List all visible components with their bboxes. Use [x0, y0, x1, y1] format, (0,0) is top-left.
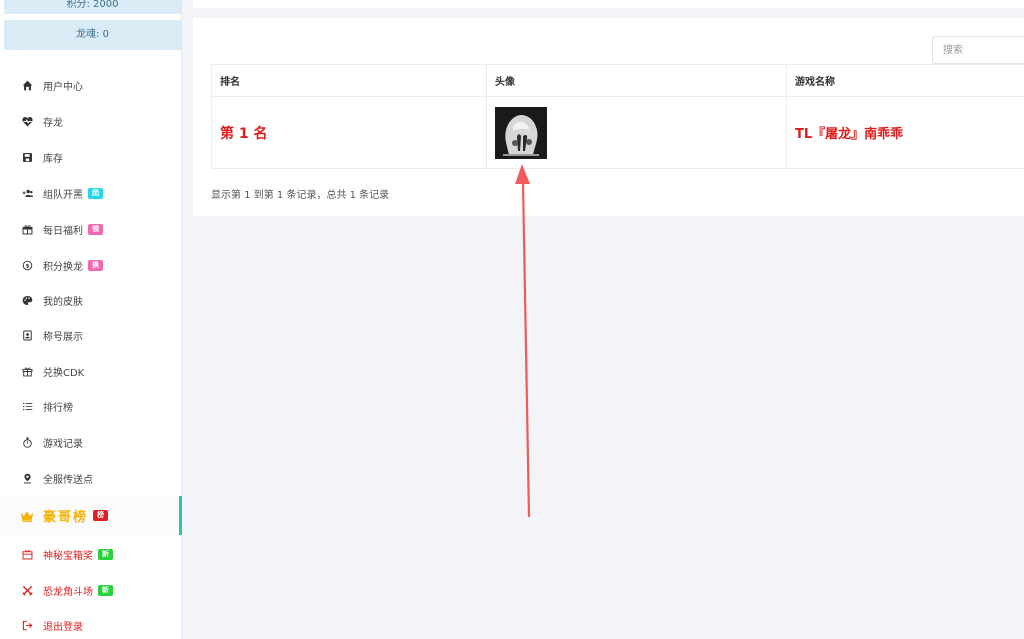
logout-icon: [20, 618, 34, 632]
sidebar-item-label: 组队开黑: [43, 189, 83, 201]
table-header-row: 排名 头像 游戏名称: [211, 64, 1024, 97]
sidebar-item-store-dragon[interactable]: 存龙: [0, 107, 182, 135]
coin-icon: $: [20, 258, 34, 272]
treasure-box-icon: [20, 547, 34, 561]
sidebar-item-titles[interactable]: 称号展示: [0, 321, 182, 349]
sidebar-item-game-records[interactable]: 游戏记录: [0, 428, 182, 456]
stopwatch-icon: [20, 435, 34, 449]
sidebar-item-label: 称号展示: [43, 331, 83, 343]
crown-icon: [20, 509, 34, 523]
sidebar-item-label: 库存: [43, 153, 63, 165]
sidebar-item-label: 积分换龙: [43, 261, 83, 273]
sidebar-item-label: 全服传送点: [43, 474, 93, 486]
sidebar-item-label: 恐龙角斗场: [43, 586, 93, 598]
dragon-soul-stat: 龙魂: 0: [4, 20, 181, 50]
sidebar-item-daily-welfare[interactable]: 每日福利 领: [0, 215, 182, 243]
sidebar-item-teleport-points[interactable]: 全服传送点: [0, 464, 182, 492]
ranking-table: 排名 头像 游戏名称 第 1 名 TL『屠龙』南乖乖: [211, 64, 1024, 169]
sidebar-item-label: 豪哥榜: [43, 510, 89, 525]
id-card-icon: [20, 328, 34, 342]
top-panel: [193, 0, 1024, 8]
dino-arena-badge: 新: [98, 584, 113, 596]
svg-text:$: $: [25, 263, 29, 269]
crossed-swords-icon: [20, 583, 34, 597]
sidebar-item-leaderboard[interactable]: 排行榜: [0, 392, 182, 420]
points-exchange-badge: 换: [88, 259, 103, 271]
heartbeat-icon: [20, 114, 34, 128]
list-icon: [20, 399, 34, 413]
sidebar-item-points-exchange[interactable]: $ 积分换龙 换: [0, 251, 182, 279]
rank-cell: 第 1 名: [220, 125, 268, 142]
sidebar-item-label: 神秘宝箱奖: [43, 550, 93, 562]
search-input[interactable]: [932, 36, 1024, 64]
sidebar-item-dino-arena[interactable]: 恐龙角斗场 新: [0, 576, 182, 604]
sidebar-item-mystery-box[interactable]: 神秘宝箱奖 新: [0, 540, 182, 568]
team-icon: [20, 186, 34, 200]
palette-icon: [20, 293, 34, 307]
sidebar-item-label: 用户中心: [43, 81, 83, 93]
daily-welfare-badge: 领: [88, 223, 103, 235]
column-header-game-name[interactable]: 游戏名称: [786, 64, 1024, 97]
points-stat: 积分: 2000: [4, 0, 181, 14]
sidebar-item-user-center[interactable]: 用户中心: [0, 71, 182, 99]
map-pin-icon: [20, 471, 34, 485]
sidebar-item-label: 退出登录: [43, 621, 83, 633]
sidebar-item-my-skins[interactable]: 我的皮肤: [0, 286, 182, 314]
team-badge: 团: [88, 187, 103, 199]
sidebar-item-label: 每日福利: [43, 225, 83, 237]
sidebar-item-label: 兑换CDK: [43, 367, 85, 379]
sidebar-item-logout[interactable]: 退出登录: [0, 611, 182, 639]
gift-box-icon: [20, 222, 34, 236]
sidebar-item-label: 排行榜: [43, 402, 73, 414]
sidebar-item-label: 存龙: [43, 117, 63, 129]
column-header-avatar[interactable]: 头像: [486, 64, 787, 97]
hao-ranking-badge: 榜: [93, 510, 109, 521]
sidebar-item-label: 我的皮肤: [43, 296, 83, 308]
sidebar: 积分: 2000 龙魂: 0 用户中心 存龙 库存 组队开黑 团 每日福利 领 …: [0, 0, 182, 639]
home-icon: [20, 78, 34, 92]
column-header-rank[interactable]: 排名: [211, 64, 487, 97]
sidebar-item-team[interactable]: 组队开黑 团: [0, 179, 182, 207]
table-row: 第 1 名 TL『屠龙』南乖乖: [211, 96, 1024, 169]
mystery-box-badge: 新: [98, 548, 113, 560]
pagination-info: 显示第 1 到第 1 条记录，总共 1 条记录: [211, 190, 390, 201]
sidebar-item-label: 游戏记录: [43, 438, 83, 450]
avatar-image[interactable]: [495, 106, 547, 159]
game-name-cell: TL『屠龙』南乖乖: [795, 127, 904, 142]
save-icon: [20, 150, 34, 164]
sidebar-item-inventory[interactable]: 库存: [0, 143, 182, 171]
sidebar-item-redeem-cdk[interactable]: 兑换CDK: [0, 357, 182, 385]
sidebar-item-hao-ranking[interactable]: 豪哥榜 榜: [0, 496, 182, 535]
ranking-card: 排名 头像 游戏名称 第 1 名: [193, 18, 1024, 216]
gift-icon: [20, 364, 34, 378]
